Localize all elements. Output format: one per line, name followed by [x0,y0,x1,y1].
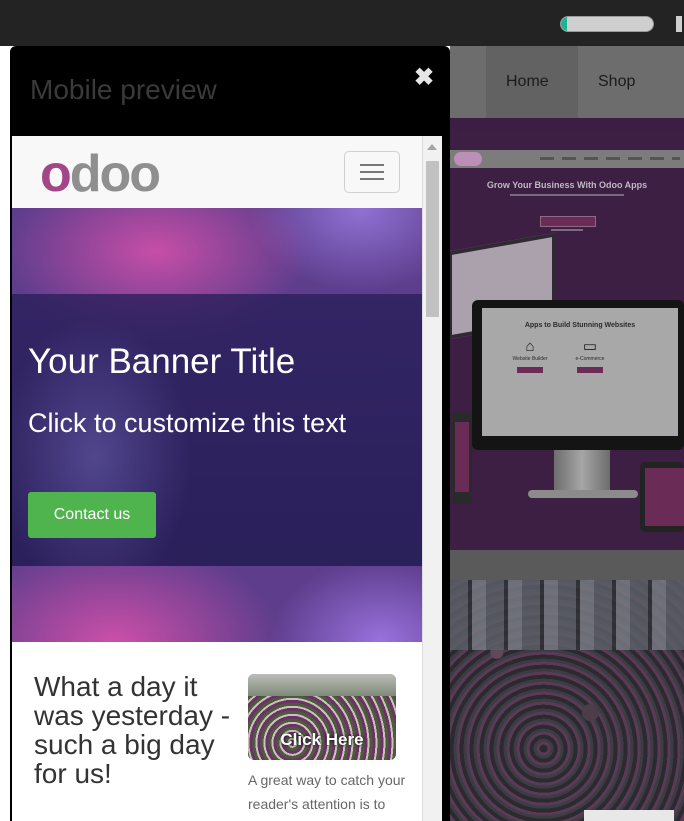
article-section: What a day it was yesterday - such a big… [12,642,422,821]
navbar-underline [450,118,684,130]
mock-hero-subtitle [510,194,624,196]
mock-app-label: e-Commerce [575,356,605,362]
mock-nav-links [540,157,680,160]
hamburger-line [360,171,384,173]
nav-shop-link[interactable]: Shop [598,46,635,118]
close-icon[interactable]: ✖ [410,64,438,92]
progress-fill [561,17,568,31]
modal-header: Mobile preview ✖ [10,46,450,136]
mock-monitor-base [528,490,638,498]
mock-logo [454,152,482,166]
scroll-thumb[interactable] [426,161,439,317]
mock-monitor-stand [554,450,610,494]
hamburger-line [360,178,384,180]
mock-tablet-screen [645,468,684,526]
mock-hero-link [551,229,583,231]
odoo-logo[interactable]: odoo [40,145,161,203]
mock-phone [452,412,472,504]
logo-rest: doo [69,145,161,203]
nav-home-link[interactable]: Home [486,46,578,118]
website-crowd-photo [450,580,684,821]
mock-hero-title: Grow Your Business With Odoo Apps [486,180,648,190]
editor-top-bar [0,0,684,46]
crowd-photo-cars [450,580,684,650]
website-corner-element [584,810,674,821]
mock-tablet [640,462,684,532]
banner-title[interactable]: Your Banner Title [28,342,295,382]
topbar-button-partial[interactable] [676,16,682,32]
article-heading[interactable]: What a day it was yesterday - such a big… [34,672,244,788]
mock-navbar [450,150,684,168]
mobile-viewport[interactable]: odoo Your Banner Title Click to customiz… [12,136,422,821]
mock-phone-screen [455,422,469,492]
home-icon: ⌂ [525,338,535,355]
hamburger-line [360,164,384,166]
article-image-sky [248,674,396,696]
banner-section: Your Banner Title Click to customize thi… [12,208,422,642]
card-icon: ▭ [582,338,598,355]
banner-text[interactable]: Click to customize this text [28,408,408,439]
logo-first-letter: o [40,145,72,203]
mock-apps-title: Apps to Build Stunning Websites [524,322,636,329]
hamburger-icon[interactable] [344,151,400,193]
mock-app-website: ⌂ Website Builder [500,338,560,398]
mock-app-label: Website Builder [512,356,548,362]
scroll-up-arrow-icon[interactable] [427,144,437,150]
website-navbar: Home Shop [450,46,684,118]
mock-app-ecommerce: ▭ e-Commerce [560,338,620,398]
mock-monitor-screen: Apps to Build Stunning Websites ⌂ Websit… [482,308,678,436]
modal-title: Mobile preview [30,74,217,105]
article-caption[interactable]: A great way to catch your reader's atten… [248,768,408,816]
mobile-navbar: odoo [12,136,422,209]
article-image[interactable]: Click Here [248,674,396,760]
mobile-preview-modal: Mobile preview ✖ odoo Your Banner Title … [10,46,450,821]
mock-app-button [517,367,543,373]
website-section-gap [450,550,684,580]
mock-hero-button [540,216,596,227]
mock-app-button [577,367,603,373]
publish-toggle[interactable] [560,16,654,32]
contact-us-button[interactable]: Contact us [28,492,156,538]
website-hero-image: Grow Your Business With Odoo Apps Apps t… [450,130,684,550]
click-here-label[interactable]: Click Here [248,730,396,750]
mock-monitor: Apps to Build Stunning Websites ⌂ Websit… [472,300,684,450]
viewport-scrollbar[interactable] [422,136,442,821]
